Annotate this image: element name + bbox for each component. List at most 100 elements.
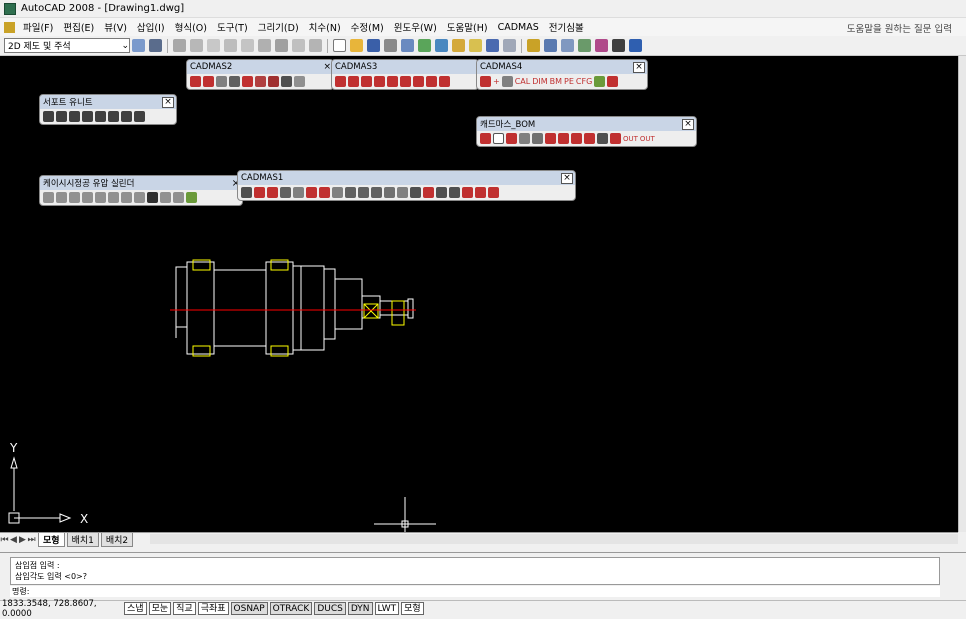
bom-tool-icon[interactable] <box>532 133 543 144</box>
cadmas-tool-icon[interactable] <box>306 187 317 198</box>
cadmas-tool-icon[interactable] <box>423 187 434 198</box>
cadmas-tool-icon[interactable] <box>475 187 486 198</box>
workspace-select[interactable]: 2D 제도 및 주석 ⌄ <box>4 38 130 53</box>
bom-tool-icon[interactable] <box>610 133 621 144</box>
cadmas-tool-icon[interactable] <box>254 187 265 198</box>
ducs-toggle[interactable]: DUCS <box>314 602 346 615</box>
bom-tool-icon[interactable] <box>493 133 504 144</box>
tab-model[interactable]: 모형 <box>38 532 65 547</box>
menu-tools[interactable]: 도구(T) <box>212 20 253 34</box>
lwt-toggle[interactable]: LWT <box>374 602 400 615</box>
cadmas-tool-icon[interactable] <box>361 76 372 87</box>
bom-palette-header[interactable]: 캐드마스_BOM × <box>477 117 696 131</box>
cadmas-tool-icon[interactable] <box>335 76 346 87</box>
cadmas-tool-icon[interactable] <box>255 76 266 87</box>
bom-tool-icon[interactable] <box>506 133 517 144</box>
bom-tool-icon[interactable] <box>571 133 582 144</box>
cadmas-tool-icon[interactable] <box>294 76 305 87</box>
tab-layout2[interactable]: 배치2 <box>100 532 134 547</box>
3d-dwf-icon[interactable] <box>435 39 448 52</box>
close-icon[interactable]: × <box>561 172 573 184</box>
cadmas-tool-icon[interactable] <box>348 76 359 87</box>
prev-tab-icon[interactable]: ◀ <box>9 535 18 545</box>
plot-preview-icon[interactable] <box>401 39 414 52</box>
cadmas-tool-icon[interactable] <box>426 76 437 87</box>
cylinder-tool-icon[interactable] <box>69 192 80 203</box>
dim-button[interactable]: DIM <box>532 77 547 86</box>
cadmas-tool-icon[interactable] <box>384 187 395 198</box>
cadmas-tool-icon[interactable] <box>397 187 408 198</box>
bom-tool-icon[interactable] <box>558 133 569 144</box>
cadmas-tool-icon[interactable] <box>281 76 292 87</box>
menu-window[interactable]: 윈도우(W) <box>389 20 442 34</box>
publish-icon[interactable] <box>418 39 431 52</box>
properties-icon[interactable] <box>561 39 574 52</box>
osnap-toggle[interactable]: OSNAP <box>230 602 268 615</box>
support-unit-palette-header[interactable]: 서포트 유니트 × <box>40 95 176 109</box>
cadmas-tool-icon[interactable] <box>439 76 450 87</box>
cadmas-tool-icon[interactable] <box>501 76 513 87</box>
cadmas-tool-icon[interactable] <box>488 187 499 198</box>
layer-icon[interactable] <box>173 39 186 52</box>
support-unit-tool-icon[interactable] <box>56 111 67 122</box>
layer-icon[interactable] <box>309 39 322 52</box>
first-tab-icon[interactable]: ⏮ <box>0 535 9 545</box>
cal-button[interactable]: CAL <box>515 77 531 86</box>
model-toggle[interactable]: 모형 <box>401 602 424 615</box>
support-unit-tool-icon[interactable] <box>95 111 106 122</box>
hydraulic-cylinder-palette[interactable]: 케이시시정공 유압 실린더 × <box>39 175 243 206</box>
dyn-toggle[interactable]: DYN <box>347 602 373 615</box>
cylinder-tool-icon[interactable] <box>147 192 158 203</box>
bm-button[interactable]: BM <box>550 77 562 86</box>
horizontal-scrollbar[interactable] <box>150 534 958 544</box>
cadmas-tool-icon[interactable] <box>241 187 252 198</box>
document-icon[interactable] <box>4 21 15 33</box>
cadmas4-palette[interactable]: CADMAS4 × + CAL DIM BM PE CFG <box>476 59 648 90</box>
cadmas2-palette-header[interactable]: CADMAS2 × <box>187 60 333 74</box>
support-unit-palette[interactable]: 서포트 유니트 × <box>39 94 177 125</box>
cadmas-tool-icon[interactable] <box>332 187 343 198</box>
bom-tool-icon[interactable] <box>545 133 556 144</box>
cadmas-tool-icon[interactable] <box>594 76 606 87</box>
cadmas2-palette[interactable]: CADMAS2 × <box>186 59 334 90</box>
cylinder-tool-icon[interactable] <box>160 192 171 203</box>
open-file-icon[interactable] <box>350 39 363 52</box>
otrack-toggle[interactable]: OTRACK <box>269 602 313 615</box>
cadmas-tool-icon[interactable]: + <box>493 77 500 86</box>
menu-view[interactable]: 뷰(V) <box>99 20 132 34</box>
menu-cadmas[interactable]: CADMAS <box>493 22 544 33</box>
zoom-icon[interactable] <box>544 39 557 52</box>
layer-icon[interactable] <box>190 39 203 52</box>
cadmas-tool-icon[interactable] <box>436 187 447 198</box>
cylinder-tool-icon[interactable] <box>108 192 119 203</box>
menu-electric-symbol[interactable]: 전기심볼 <box>544 20 589 34</box>
layer-icon[interactable] <box>292 39 305 52</box>
workspace-save-icon[interactable] <box>149 39 162 52</box>
command-input[interactable]: 명령: <box>10 586 940 597</box>
bom-tool-icon[interactable] <box>584 133 595 144</box>
workspace-settings-icon[interactable] <box>132 39 145 52</box>
cfg-button[interactable]: CFG <box>576 77 592 86</box>
cadmas-tool-icon[interactable] <box>203 76 214 87</box>
copy-icon[interactable] <box>469 39 482 52</box>
cut-icon[interactable] <box>452 39 465 52</box>
cylinder-tool-icon[interactable] <box>173 192 184 203</box>
cadmas-tool-icon[interactable] <box>319 187 330 198</box>
menu-draw[interactable]: 그리기(D) <box>253 20 304 34</box>
help-search-input[interactable]: 도움말을 원하는 질문 입력 <box>847 21 952 35</box>
ortho-toggle[interactable]: 직교 <box>173 602 196 615</box>
support-unit-tool-icon[interactable] <box>82 111 93 122</box>
last-tab-icon[interactable]: ⏭ <box>27 535 36 545</box>
bom-tool-icon[interactable] <box>597 133 608 144</box>
cylinder-tool-icon[interactable] <box>186 192 197 203</box>
snap-toggle[interactable]: 스냅 <box>124 602 147 615</box>
tab-layout1[interactable]: 배치1 <box>66 532 99 547</box>
print-icon[interactable] <box>384 39 397 52</box>
cadmas-tool-icon[interactable] <box>387 76 398 87</box>
cadmas-tool-icon[interactable] <box>293 187 304 198</box>
cadmas3-palette[interactable]: CADMAS3 <box>331 59 479 90</box>
cadmas-tool-icon[interactable] <box>216 76 227 87</box>
support-unit-tool-icon[interactable] <box>121 111 132 122</box>
calculator-icon[interactable] <box>612 39 625 52</box>
next-tab-icon[interactable]: ▶ <box>18 535 27 545</box>
